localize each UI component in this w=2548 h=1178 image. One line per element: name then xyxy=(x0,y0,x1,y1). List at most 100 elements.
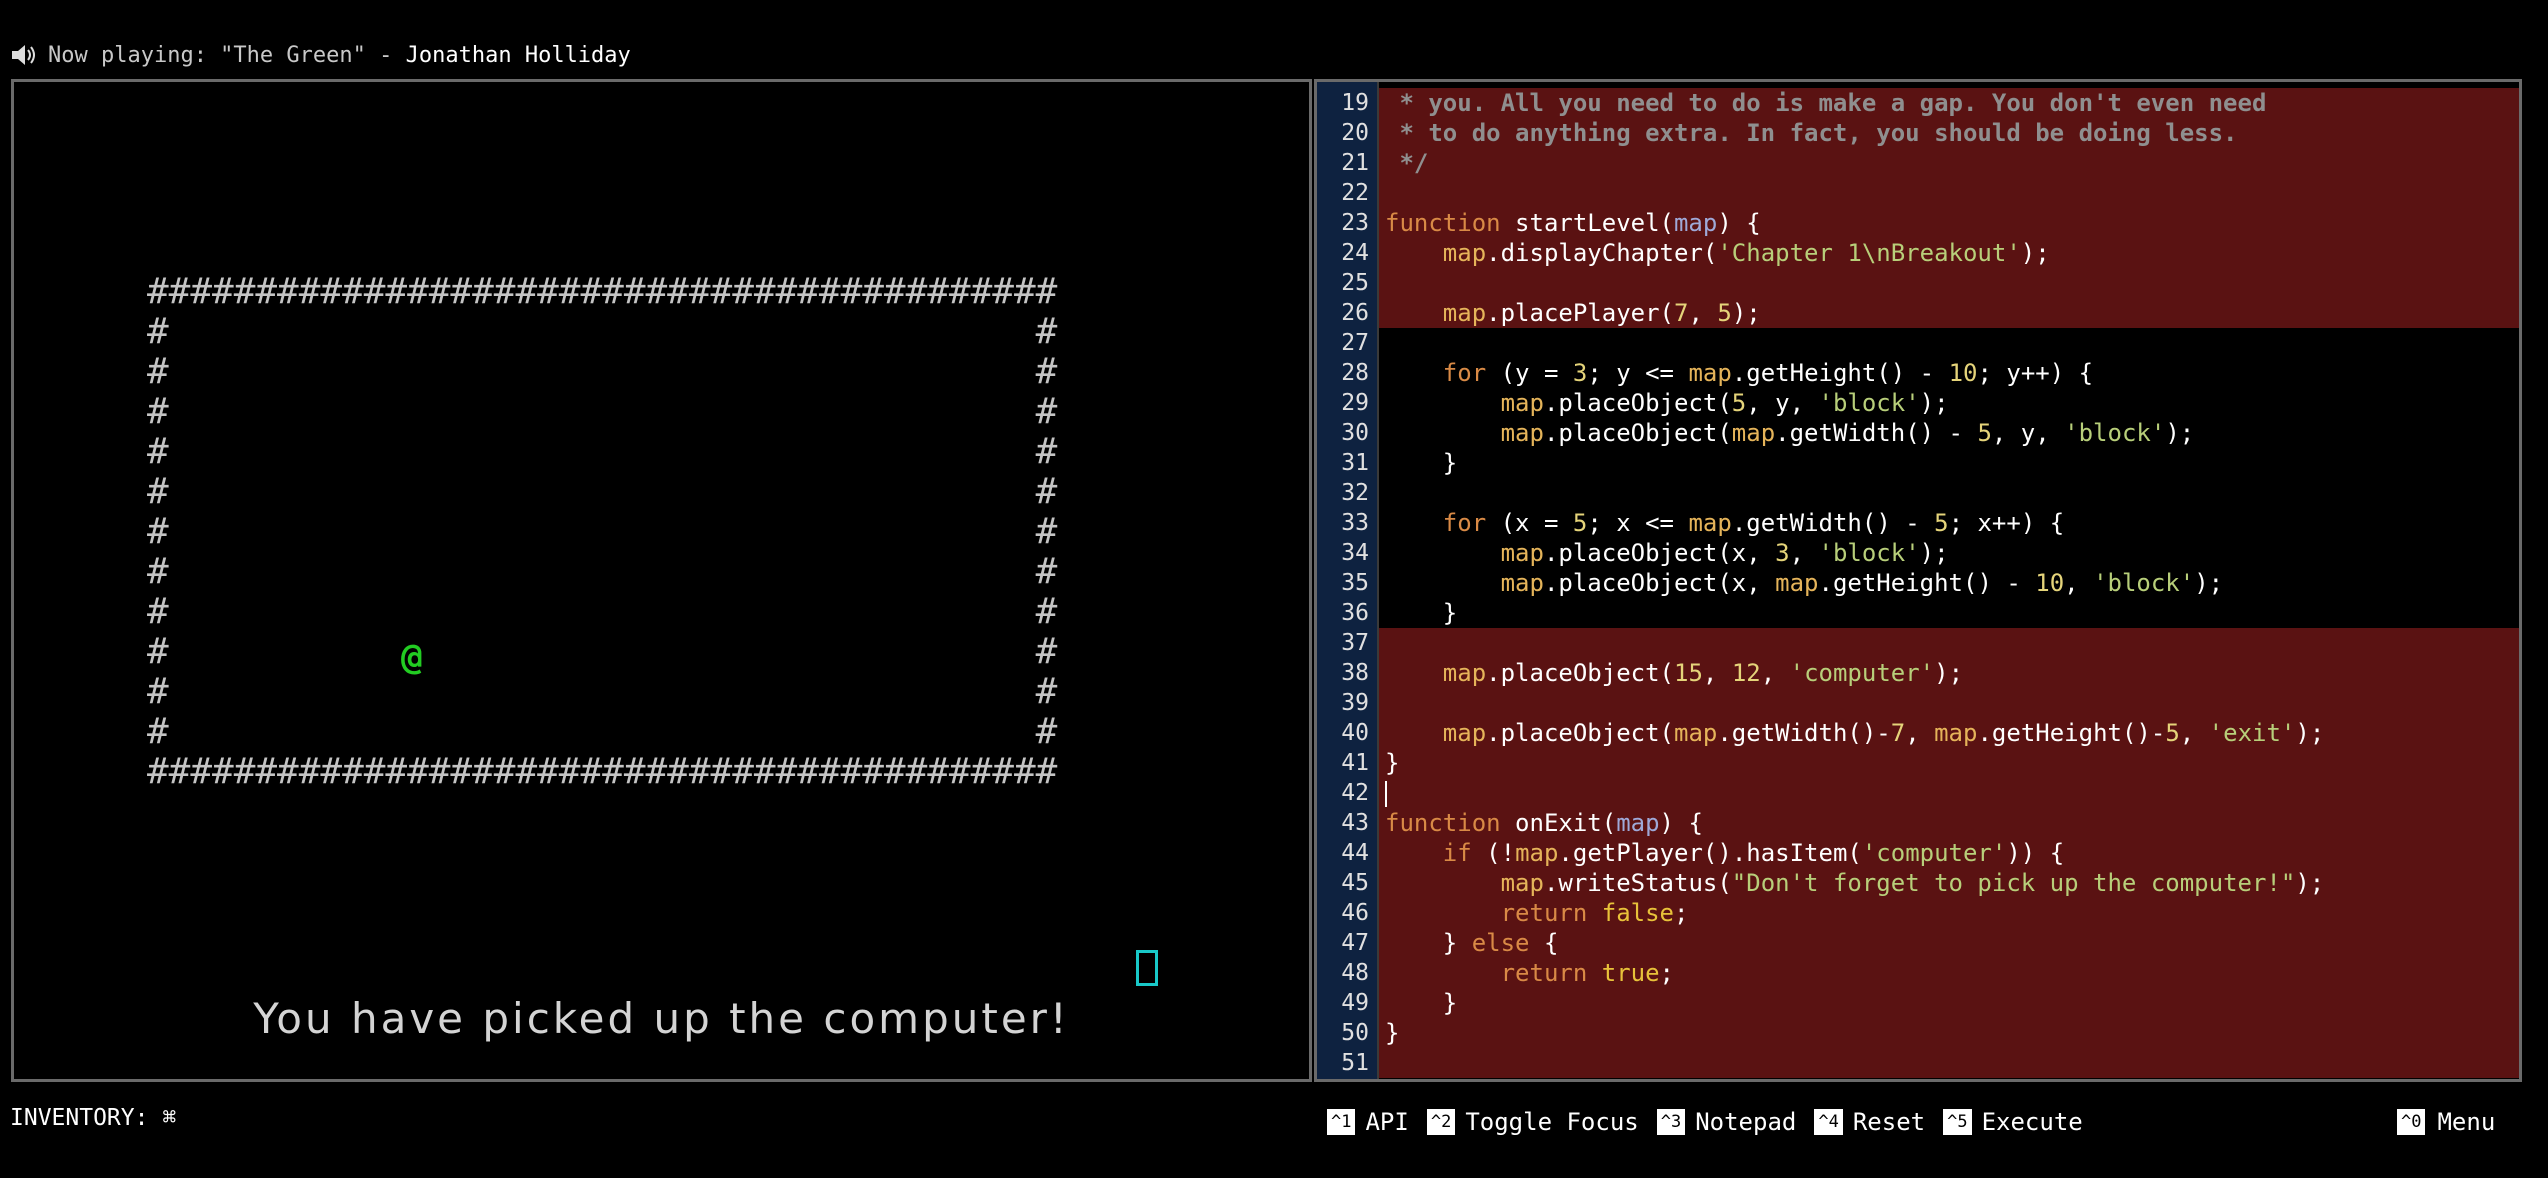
line-number: 39 xyxy=(1341,690,1369,716)
code-token: } xyxy=(1385,449,1458,477)
code-token: map xyxy=(1674,719,1718,747)
code-line-editable[interactable]: map.placeObject(map.getWidth() - 5, y, '… xyxy=(1379,418,2519,448)
code-token: 3 xyxy=(1572,359,1588,387)
code-token: map xyxy=(1731,419,1776,447)
code-token: , y, xyxy=(1991,419,2065,447)
code-token: , xyxy=(1702,659,1732,687)
code-line-locked: * you. All you need to do is make a gap.… xyxy=(1379,88,2519,118)
code-token: 5 xyxy=(1934,509,1949,537)
code-token: } xyxy=(1385,749,1400,777)
code-token: 5 xyxy=(1717,299,1732,327)
api-button[interactable]: ^1 API xyxy=(1327,1108,1409,1136)
code-token: 'exit' xyxy=(2208,719,2296,747)
toggle-focus-button[interactable]: ^2 Toggle Focus xyxy=(1426,1108,1639,1136)
hotkey-label: Notepad xyxy=(1695,1108,1797,1136)
code-token: } xyxy=(1385,929,1472,957)
code-line-locked: map.placeObject(15, 12, 'computer'); xyxy=(1379,658,2519,688)
line-number: 43 xyxy=(1341,810,1369,836)
now-playing-artist: Jonathan Holliday xyxy=(405,42,631,68)
code-token: ); xyxy=(1919,389,1949,417)
hotkey-label: Reset xyxy=(1852,1108,1926,1136)
code-line-locked xyxy=(1379,778,2519,808)
code-line-locked xyxy=(1379,268,2519,298)
code-token: map xyxy=(1688,509,1732,537)
code-token: "Don't forget to pick up the computer!" xyxy=(1731,869,2296,897)
execute-button[interactable]: ^5 Execute xyxy=(1943,1108,2083,1136)
map-walls: ########################################… xyxy=(147,271,1058,792)
code-token: 5 xyxy=(1977,419,1992,447)
code-token: 5 xyxy=(2165,719,2180,747)
inventory-label: INVENTORY: xyxy=(10,1105,149,1131)
code-token: 3 xyxy=(1775,539,1790,567)
code-token: .placeObject( xyxy=(1543,419,1732,447)
code-token: map xyxy=(1673,209,1718,237)
code-editor[interactable]: 19 20 21 22 23 24 25 26 27 28 29 30 31 32 33 34 35 36 37 38… xyxy=(1314,79,2522,1082)
code-token: ); xyxy=(1934,659,1964,687)
code-token: map xyxy=(1442,719,1487,747)
code-token: map xyxy=(1775,569,1819,597)
inventory-item-computer[interactable]: ⌘ xyxy=(162,1105,176,1131)
hotkey-label: Execute xyxy=(1981,1108,2083,1136)
line-number: 21 xyxy=(1341,150,1369,176)
code-token: if xyxy=(1442,839,1472,867)
code-token: (! xyxy=(1471,839,1516,867)
code-token: } xyxy=(1385,1019,1400,1047)
code-token: map xyxy=(1500,869,1544,897)
code-line-locked: function startLevel(map) { xyxy=(1379,208,2519,238)
code-line-editable[interactable]: } xyxy=(1379,598,2519,628)
code-line-editable[interactable]: map.placeObject(5, y, 'block'); xyxy=(1379,388,2519,418)
player-character: @ xyxy=(401,637,423,678)
line-number: 29 xyxy=(1341,390,1369,416)
code-token: map xyxy=(1515,839,1559,867)
code-token: return xyxy=(1500,899,1588,927)
line-number: 33 xyxy=(1341,510,1369,536)
line-number: 25 xyxy=(1341,270,1369,296)
line-number: 45 xyxy=(1341,870,1369,896)
code-token: ); xyxy=(1919,539,1949,567)
code-token: ; y <= xyxy=(1587,359,1689,387)
code-token: 'computer' xyxy=(1789,659,1935,687)
code-token: .writeStatus( xyxy=(1543,869,1732,897)
code-token: , xyxy=(1905,719,1935,747)
code-token: (y = xyxy=(1486,359,1573,387)
code-token: , xyxy=(2064,569,2094,597)
hotkey-bar: ^1 API ^2 Toggle Focus ^3 Notepad ^4 Reset ^5 Exe… xyxy=(1327,1108,2101,1136)
game-viewport[interactable]: ########################################… xyxy=(11,79,1312,1082)
code-token: .getWidth() - xyxy=(1775,419,1978,447)
computer-item xyxy=(1136,950,1158,986)
reset-button[interactable]: ^4 Reset xyxy=(1814,1108,1925,1136)
code-line-editable[interactable]: map.placeObject(x, 3, 'block'); xyxy=(1379,538,2519,568)
code-token: ) { xyxy=(1717,209,1761,237)
menu-button[interactable]: ^0 Menu xyxy=(2397,1108,2495,1136)
line-number-gutter: 19 20 21 22 23 24 25 26 27 28 29 30 31 32 33 34 35 36 37 38… xyxy=(1317,82,1379,1079)
code-line-editable[interactable]: map.placeObject(x, map.getHeight() - 10,… xyxy=(1379,568,2519,598)
code-token: , xyxy=(2179,719,2209,747)
line-number: 31 xyxy=(1341,450,1369,476)
code-token: * to do anything extra. In fact, you sho… xyxy=(1385,119,2238,147)
code-token: for xyxy=(1442,509,1487,537)
code-line-editable[interactable]: for (x = 5; x <= map.getWidth() - 5; x++… xyxy=(1379,508,2519,538)
code-token: else xyxy=(1471,929,1530,957)
code-token: 15 xyxy=(1674,659,1703,687)
code-token: )) { xyxy=(2006,839,2065,867)
line-number: 26 xyxy=(1341,300,1369,326)
code-line-editable[interactable]: } xyxy=(1379,448,2519,478)
code-token: 'block' xyxy=(2064,419,2166,447)
speaker-icon[interactable] xyxy=(10,41,38,69)
code-line-editable[interactable] xyxy=(1379,478,2519,508)
code-token: 'Chapter 1\nBreakout' xyxy=(1717,239,2021,267)
code-token: .getWidth() - xyxy=(1731,509,1935,537)
code-token: ) { xyxy=(1659,809,1703,837)
code-area[interactable]: * you. All you need to do is make a gap.… xyxy=(1379,82,2519,1079)
code-token: } xyxy=(1385,599,1458,627)
status-message: You have picked up the computer! xyxy=(253,994,1070,1043)
code-line-locked: } xyxy=(1379,748,2519,778)
code-line-editable[interactable]: for (y = 3; y <= map.getHeight() - 10; y… xyxy=(1379,358,2519,388)
code-line-editable[interactable] xyxy=(1379,328,2519,358)
notepad-button[interactable]: ^3 Notepad xyxy=(1656,1108,1797,1136)
